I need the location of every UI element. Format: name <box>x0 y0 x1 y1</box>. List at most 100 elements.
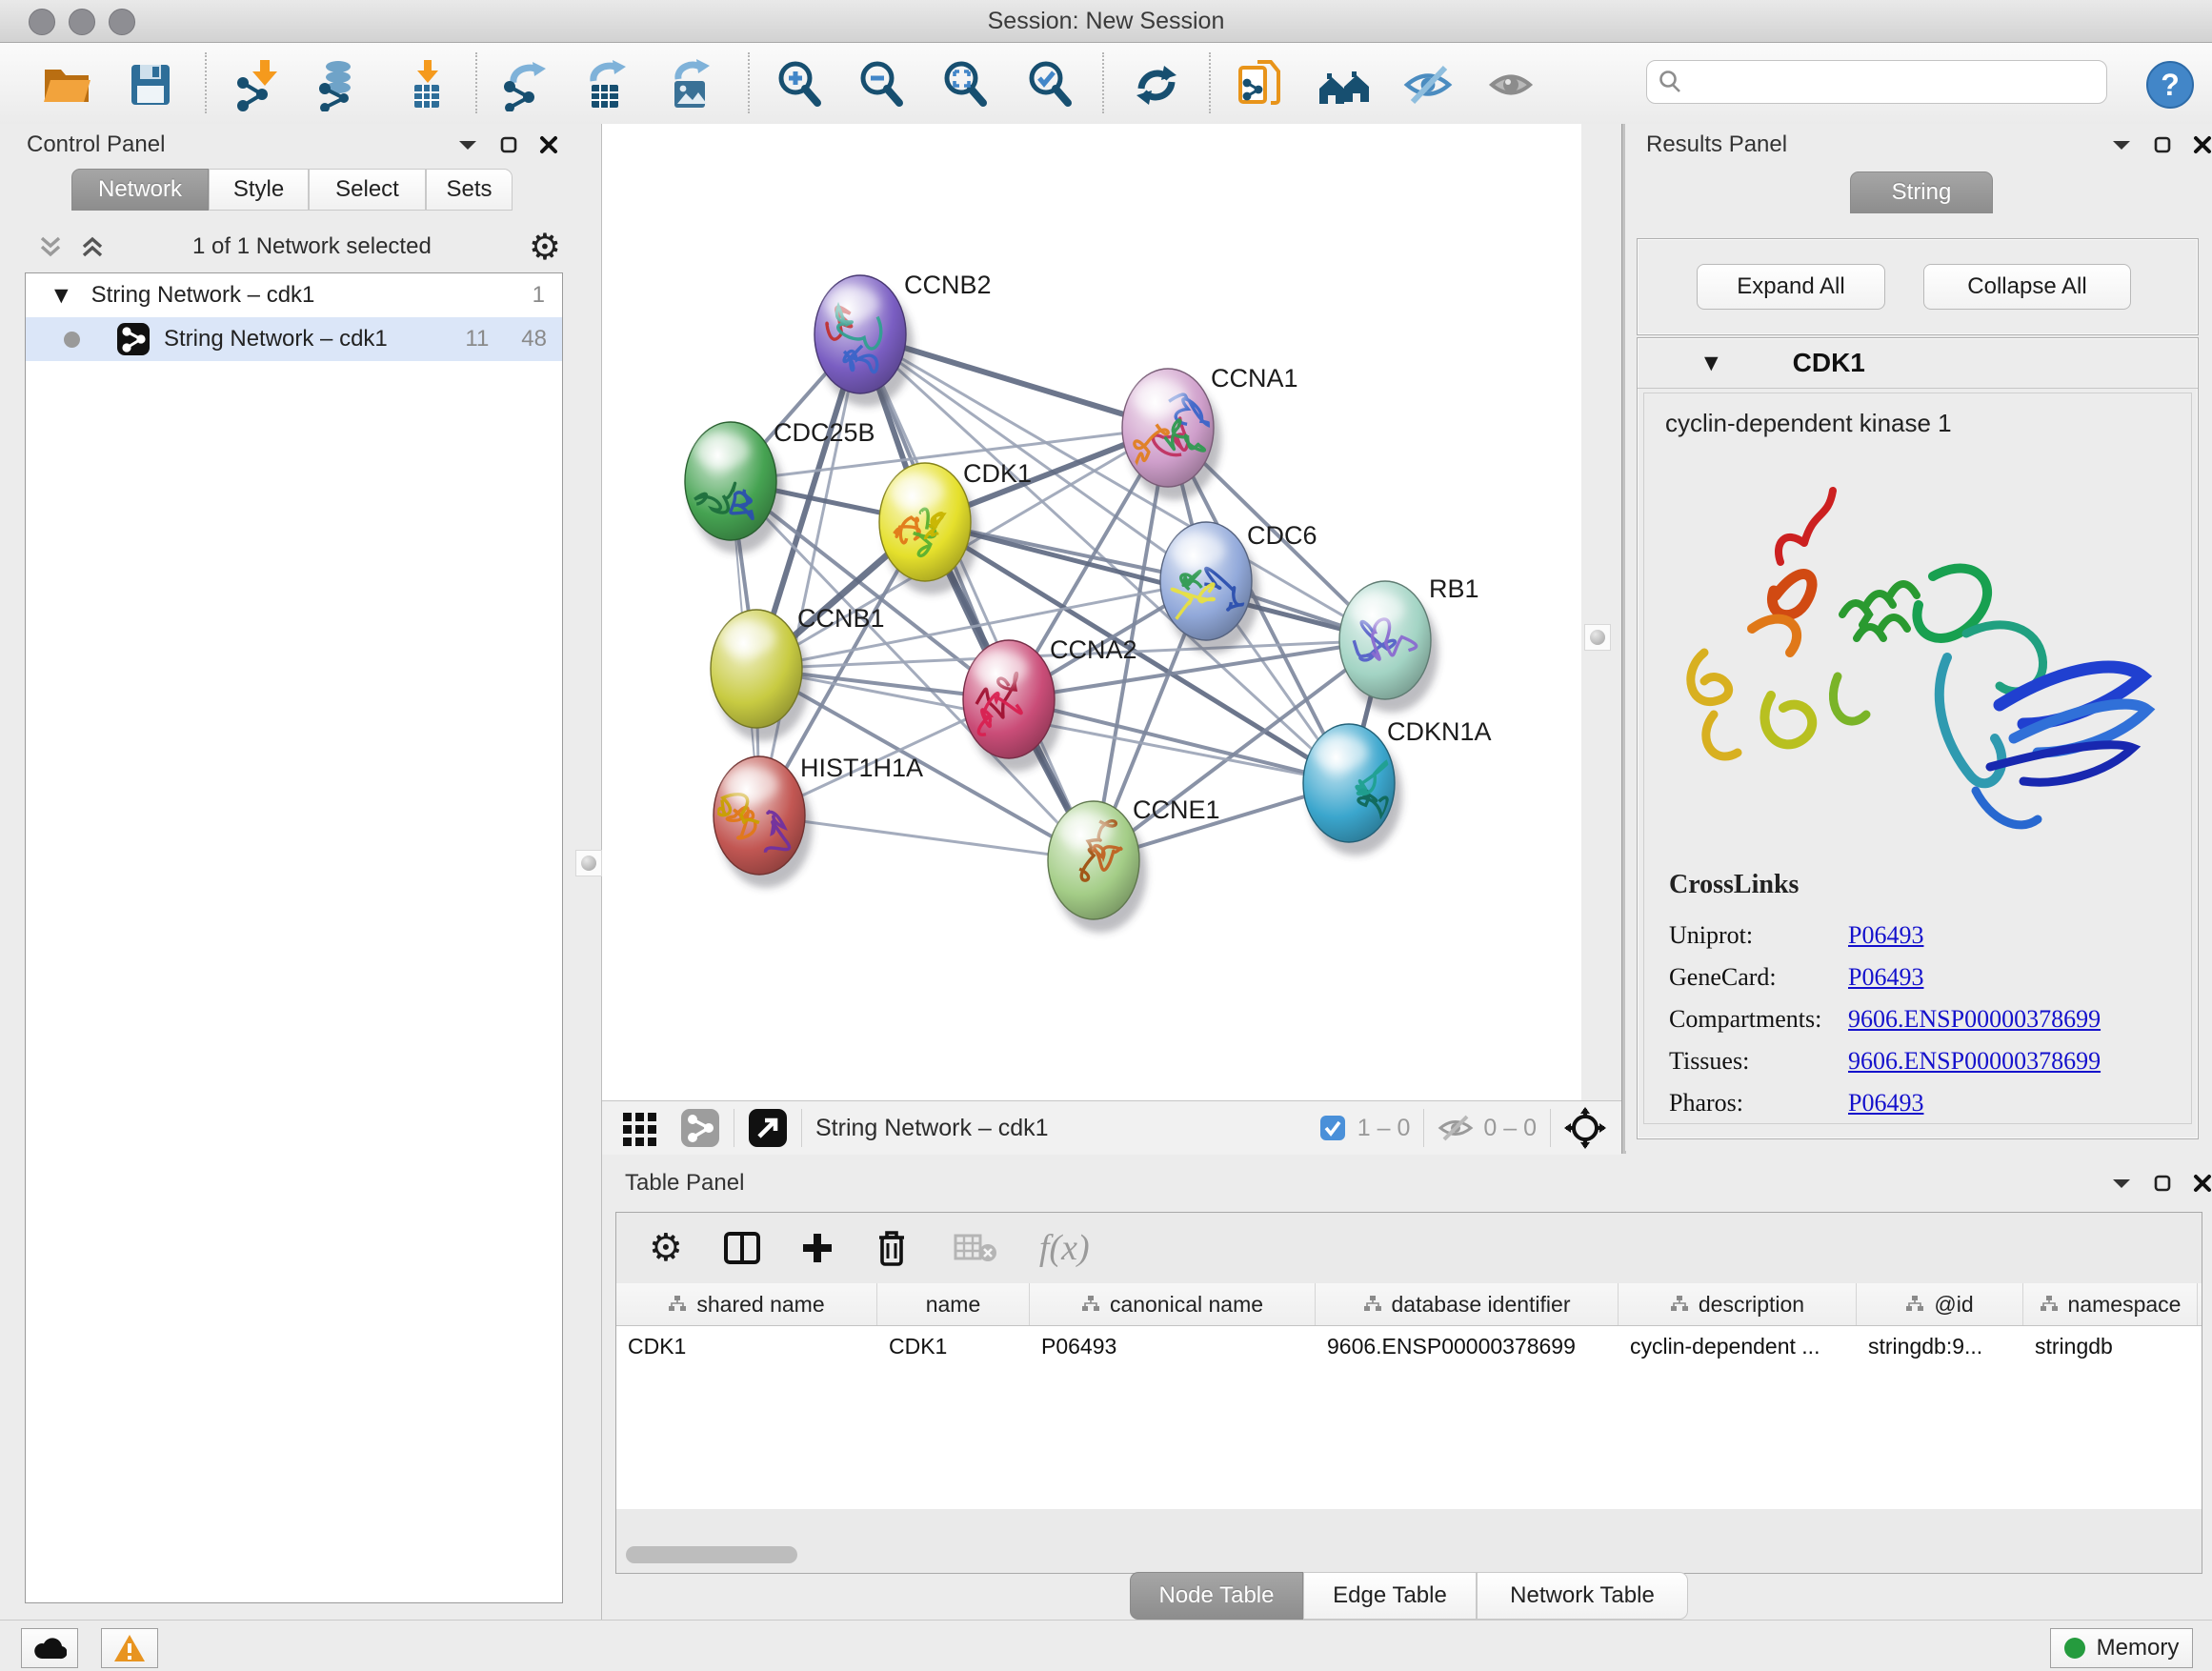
table-row[interactable]: CDK1CDK1P064939606.ENSP00000378699cyclin… <box>616 1326 2202 1366</box>
collapse-all-button[interactable]: Collapse All <box>1923 264 2131 310</box>
search-input[interactable] <box>1683 69 2087 95</box>
help-icon[interactable]: ? <box>2140 54 2201 115</box>
show-all-eye-icon[interactable] <box>1480 54 1541 115</box>
save-session-icon[interactable] <box>120 54 181 115</box>
network-node[interactable]: CCNE1 <box>1048 795 1220 933</box>
gene-collapse-icon[interactable]: ▼ <box>1704 352 1719 373</box>
toolbar-separator <box>1102 52 1104 113</box>
network-canvas[interactable]: CCNB2CCNA1CDC25BCDK1CDC6RB1CCNB1CCNA2CDK… <box>602 124 1581 1100</box>
right-splitter-handle[interactable] <box>1584 624 1611 651</box>
toolbar-separator <box>1550 1109 1551 1147</box>
column-header[interactable]: name <box>877 1283 1030 1325</box>
panel-menu-icon[interactable] <box>2111 1177 2132 1190</box>
panel-menu-icon[interactable] <box>457 138 478 151</box>
open-session-icon[interactable] <box>36 54 97 115</box>
network-node[interactable]: RB1 <box>1339 574 1479 713</box>
left-splitter-handle[interactable] <box>575 850 602 876</box>
tab-network-table[interactable]: Network Table <box>1477 1572 1688 1620</box>
gene-section-header[interactable]: ▼ CDK1 <box>1638 338 2198 389</box>
selected-checkbox-icon[interactable] <box>1319 1115 1346 1141</box>
column-type-icon <box>1670 1295 1689 1314</box>
import-network-file-icon[interactable] <box>228 54 289 115</box>
column-header[interactable]: canonical name <box>1030 1283 1316 1325</box>
network-node[interactable]: CCNB1 <box>711 604 885 741</box>
panel-close-icon[interactable] <box>539 135 558 154</box>
warning-status-button[interactable] <box>101 1628 158 1668</box>
horizontal-scrollbar-thumb[interactable] <box>626 1546 797 1563</box>
tab-string[interactable]: String <box>1850 171 1993 213</box>
cloud-status-button[interactable] <box>21 1628 78 1668</box>
network-view-title: String Network – cdk1 <box>815 1115 1049 1142</box>
crosslink-value[interactable]: 9606.ENSP00000378699 <box>1848 1005 2101 1034</box>
zoom-in-icon[interactable] <box>770 54 831 115</box>
refresh-icon[interactable] <box>1126 54 1187 115</box>
tab-edge-table[interactable]: Edge Table <box>1303 1572 1477 1620</box>
memory-button[interactable]: Memory <box>2050 1628 2193 1668</box>
table-panel-box: ⚙ f(x) shared namenamecanonical namedata… <box>615 1212 2202 1574</box>
tab-style[interactable]: Style <box>209 169 309 211</box>
export-image-icon[interactable] <box>661 54 722 115</box>
network-node[interactable]: CCNA1 <box>1122 364 1298 500</box>
column-type-icon <box>1905 1295 1924 1314</box>
hidden-counts: 0 – 0 <box>1483 1115 1537 1142</box>
function-builder-icon[interactable]: f(x) <box>1039 1227 1090 1269</box>
network-node[interactable]: CDKN1A <box>1303 717 1492 856</box>
tab-network[interactable]: Network <box>71 169 209 211</box>
crosslink-value[interactable]: 9606.ENSP00000378699 <box>1848 1047 2101 1076</box>
crosslink-value[interactable]: P06493 <box>1848 963 1923 992</box>
table-options-gear-icon[interactable]: ⚙ <box>649 1226 683 1270</box>
tab-node-table[interactable]: Node Table <box>1130 1572 1303 1620</box>
add-column-icon[interactable] <box>799 1230 835 1266</box>
column-header[interactable]: namespace <box>2023 1283 2198 1325</box>
show-columns-icon[interactable] <box>723 1229 761 1267</box>
toolbar-search-field[interactable] <box>1646 60 2107 104</box>
home-network-icon[interactable] <box>1314 54 1375 115</box>
panel-close-icon[interactable] <box>2193 135 2212 154</box>
network-node[interactable]: CCNB2 <box>814 271 992 407</box>
network-node-label: RB1 <box>1429 574 1479 603</box>
panel-menu-icon[interactable] <box>2111 138 2132 151</box>
import-network-database-icon[interactable] <box>308 54 369 115</box>
hide-selected-eye-icon[interactable] <box>1398 54 1458 115</box>
panel-float-icon[interactable] <box>499 135 518 154</box>
table-panel: Table Panel ⚙ f(x) shared namenamecanoni… <box>602 1155 2212 1620</box>
network-options-gear-icon[interactable]: ⚙ <box>529 226 561 268</box>
column-header[interactable]: shared name <box>616 1283 877 1325</box>
tab-select[interactable]: Select <box>309 169 426 211</box>
network-edge[interactable] <box>759 334 860 815</box>
crosslink-value[interactable]: P06493 <box>1848 1089 1923 1117</box>
delete-table-icon[interactable] <box>954 1232 997 1264</box>
network-node-label: CCNA1 <box>1211 364 1298 393</box>
zoom-fit-icon[interactable] <box>935 54 996 115</box>
network-row[interactable]: String Network – cdk1 11 48 <box>26 317 562 361</box>
import-table-file-icon[interactable] <box>395 54 456 115</box>
selected-counts: 1 – 0 <box>1357 1115 1411 1142</box>
open-external-icon[interactable] <box>748 1108 788 1148</box>
expand-all-chevron-icon[interactable] <box>78 232 107 261</box>
delete-column-trash-icon[interactable] <box>874 1228 910 1268</box>
tab-sets[interactable]: Sets <box>426 169 513 211</box>
export-table-icon[interactable] <box>576 54 637 115</box>
network-node[interactable]: HIST1H1A <box>714 754 923 888</box>
column-header[interactable]: database identifier <box>1316 1283 1619 1325</box>
panel-float-icon[interactable] <box>2153 135 2172 154</box>
birds-eye-crosshair-icon[interactable] <box>1564 1107 1606 1149</box>
grid-view-icon[interactable] <box>621 1109 659 1147</box>
network-node-label: CCNB1 <box>797 604 885 633</box>
first-neighbors-icon[interactable] <box>1229 54 1290 115</box>
expand-all-button[interactable]: Expand All <box>1697 264 1885 310</box>
panel-close-icon[interactable] <box>2193 1174 2212 1193</box>
collapse-all-chevron-icon[interactable] <box>36 232 65 261</box>
crosslink-value[interactable]: P06493 <box>1848 921 1923 950</box>
collection-collapse-icon[interactable]: ▼ <box>54 285 69 306</box>
column-header[interactable]: @id <box>1857 1283 2023 1325</box>
table-panel-window-buttons <box>2111 1174 2212 1193</box>
column-header[interactable]: description <box>1619 1283 1857 1325</box>
crosslink-row: Pharos:P06493 <box>1669 1089 2191 1117</box>
zoom-selected-icon[interactable] <box>1020 54 1081 115</box>
panel-float-icon[interactable] <box>2153 1174 2172 1193</box>
export-network-icon[interactable] <box>494 54 555 115</box>
network-collection-row[interactable]: ▼ String Network – cdk1 1 <box>26 273 562 317</box>
zoom-out-icon[interactable] <box>852 54 913 115</box>
share-network-icon[interactable] <box>680 1108 720 1148</box>
